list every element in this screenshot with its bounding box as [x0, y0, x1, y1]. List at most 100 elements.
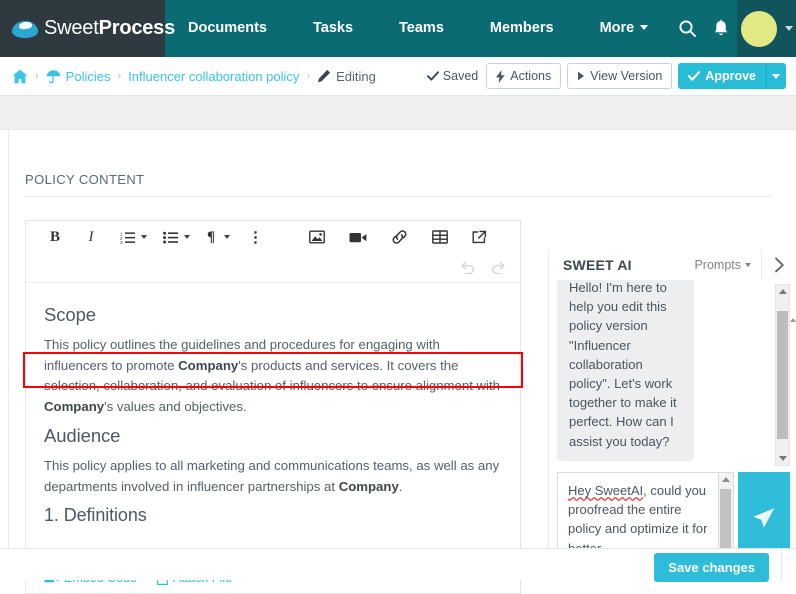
- video-icon[interactable]: [345, 221, 371, 253]
- ordered-list-icon[interactable]: 123: [116, 221, 139, 253]
- saved-status-label: Saved: [442, 69, 479, 83]
- nav-items: Documents Tasks Teams Members More: [165, 0, 671, 57]
- assistant-message: Hello! I'm here to help you edit this po…: [557, 280, 694, 461]
- editor-toolbar: B I 123 ¶ ⋮: [26, 221, 520, 253]
- avatar: [740, 10, 777, 47]
- collapse-panel-button[interactable]: [761, 250, 796, 280]
- check-icon: [688, 70, 701, 81]
- actions-button-label: Actions: [510, 69, 552, 83]
- pencil-icon: [318, 69, 331, 83]
- scrollbar-thumb[interactable]: [777, 311, 788, 439]
- saved-status: Saved: [426, 69, 479, 83]
- undo-redo-row: [26, 253, 520, 283]
- sweet-ai-panel: SWEET AI Prompts Hello! I'm here to help…: [548, 250, 796, 580]
- chevron-down-icon: [640, 25, 649, 30]
- unordered-list-dropdown-icon[interactable]: [184, 235, 190, 239]
- breadcrumb-item-policies[interactable]: Policies: [46, 68, 111, 84]
- prompts-dropdown[interactable]: Prompts: [694, 258, 761, 272]
- undo-icon[interactable]: [460, 261, 475, 274]
- breadcrumb-item-policy-title[interactable]: Influencer collaboration policy: [128, 69, 299, 84]
- external-link-icon[interactable]: [468, 221, 491, 253]
- paragraph-icon[interactable]: ¶: [200, 221, 222, 253]
- breadcrumb-item-editing: Editing: [317, 69, 376, 84]
- scroll-down-icon[interactable]: [779, 456, 787, 461]
- coffee-cup-icon: [12, 18, 38, 40]
- play-icon: [578, 71, 585, 81]
- brand-name-part1: Sweet: [44, 17, 99, 39]
- breadcrumb-separator: ›: [117, 70, 122, 82]
- header-actions: Saved Actions View Version Approve: [426, 63, 786, 89]
- brand-name: SweetProcess: [44, 17, 175, 40]
- doc-heading-definitions: 1. Definitions: [44, 505, 147, 525]
- policy-document-body[interactable]: Scope This policy outlines the guideline…: [26, 284, 520, 579]
- sweet-ai-message-thread[interactable]: Hello! I'm here to help you edit this po…: [549, 280, 796, 468]
- sweet-ai-header: SWEET AI Prompts: [549, 250, 796, 280]
- paragraph-dropdown-icon[interactable]: [224, 235, 230, 239]
- secondary-toolbar-band: [0, 96, 796, 130]
- prompts-dropdown-label: Prompts: [694, 258, 741, 272]
- bold-icon[interactable]: B: [44, 221, 66, 253]
- chevron-right-icon: [775, 257, 784, 273]
- chevron-down-icon: [784, 26, 793, 31]
- chevron-down-icon: [772, 73, 780, 79]
- link-icon[interactable]: [387, 221, 412, 253]
- chevron-down-icon: [745, 263, 751, 267]
- doc-heading-audience: Audience: [44, 425, 121, 446]
- breadcrumb: › Policies › Influencer collaboration po…: [12, 69, 427, 84]
- nav-item-more-label: More: [599, 20, 635, 36]
- nav-item-teams[interactable]: Teams: [376, 0, 467, 57]
- doc-paragraph-scope: This policy outlines the guidelines and …: [44, 337, 500, 414]
- scroll-up-icon[interactable]: [722, 477, 731, 482]
- approve-dropdown-toggle[interactable]: [766, 63, 786, 89]
- page-title: POLICY CONTENT: [25, 172, 145, 187]
- umbrella-icon: [46, 69, 61, 83]
- sweet-ai-title: SWEET AI: [563, 257, 632, 273]
- save-changes-button[interactable]: Save changes: [654, 553, 769, 582]
- footer-right-divider: [781, 548, 782, 580]
- image-icon[interactable]: [305, 221, 329, 253]
- approve-button-group: Approve: [678, 63, 786, 89]
- breadcrumb-bar: › Policies › Influencer collaboration po…: [0, 57, 796, 96]
- policy-editor: B I 123 ¶ ⋮ Scope This policy outlines t…: [25, 220, 521, 580]
- breadcrumb-item-policies-label: Policies: [65, 68, 111, 84]
- approve-button[interactable]: Approve: [678, 63, 766, 89]
- breadcrumb-separator: ›: [35, 70, 39, 82]
- misspelled-word: Hey SweetAI: [568, 483, 644, 498]
- search-icon[interactable]: [671, 0, 704, 57]
- user-menu[interactable]: [737, 0, 796, 57]
- nav-item-members[interactable]: Members: [467, 0, 577, 57]
- actions-button[interactable]: Actions: [486, 63, 562, 89]
- send-icon: [753, 508, 775, 528]
- scrollbar-thumb[interactable]: [720, 489, 732, 551]
- message-thread-scrollbar[interactable]: [775, 284, 790, 466]
- nav-item-documents[interactable]: Documents: [165, 0, 290, 57]
- bell-icon[interactable]: [704, 0, 737, 57]
- outer-scroll-indicator[interactable]: [790, 314, 796, 468]
- ordered-list-dropdown-icon[interactable]: [141, 235, 147, 239]
- scroll-up-icon[interactable]: [790, 318, 796, 322]
- nav-item-more[interactable]: More: [577, 0, 672, 57]
- check-icon: [426, 70, 439, 81]
- breadcrumb-separator: ›: [306, 70, 311, 82]
- breadcrumb-home-icon[interactable]: [12, 69, 28, 84]
- left-divider: [8, 130, 9, 580]
- doc-heading-scope: Scope: [44, 304, 96, 325]
- brand-logo-link[interactable]: SweetProcess: [0, 0, 175, 57]
- brand-name-part2: Process: [98, 17, 176, 39]
- redo-icon[interactable]: [491, 261, 506, 274]
- view-version-button-label: View Version: [590, 69, 663, 83]
- doc-paragraph-audience: This policy applies to all marketing and…: [44, 458, 500, 494]
- bolt-icon: [496, 69, 505, 83]
- scroll-up-icon[interactable]: [779, 289, 787, 294]
- table-icon[interactable]: [428, 221, 452, 253]
- italic-icon[interactable]: I: [80, 221, 102, 253]
- nav-item-tasks[interactable]: Tasks: [290, 0, 376, 57]
- page-body: POLICY CONTENT B I 123 ¶ ⋮ Scope This po…: [0, 130, 796, 594]
- more-vertical-icon[interactable]: ⋮: [244, 221, 267, 253]
- breadcrumb-item-editing-label: Editing: [336, 68, 376, 84]
- approve-button-label: Approve: [705, 69, 756, 83]
- unordered-list-icon[interactable]: [159, 221, 182, 253]
- view-version-button[interactable]: View Version: [567, 63, 673, 89]
- svg-text:3: 3: [120, 240, 123, 244]
- section-divider: [25, 196, 773, 197]
